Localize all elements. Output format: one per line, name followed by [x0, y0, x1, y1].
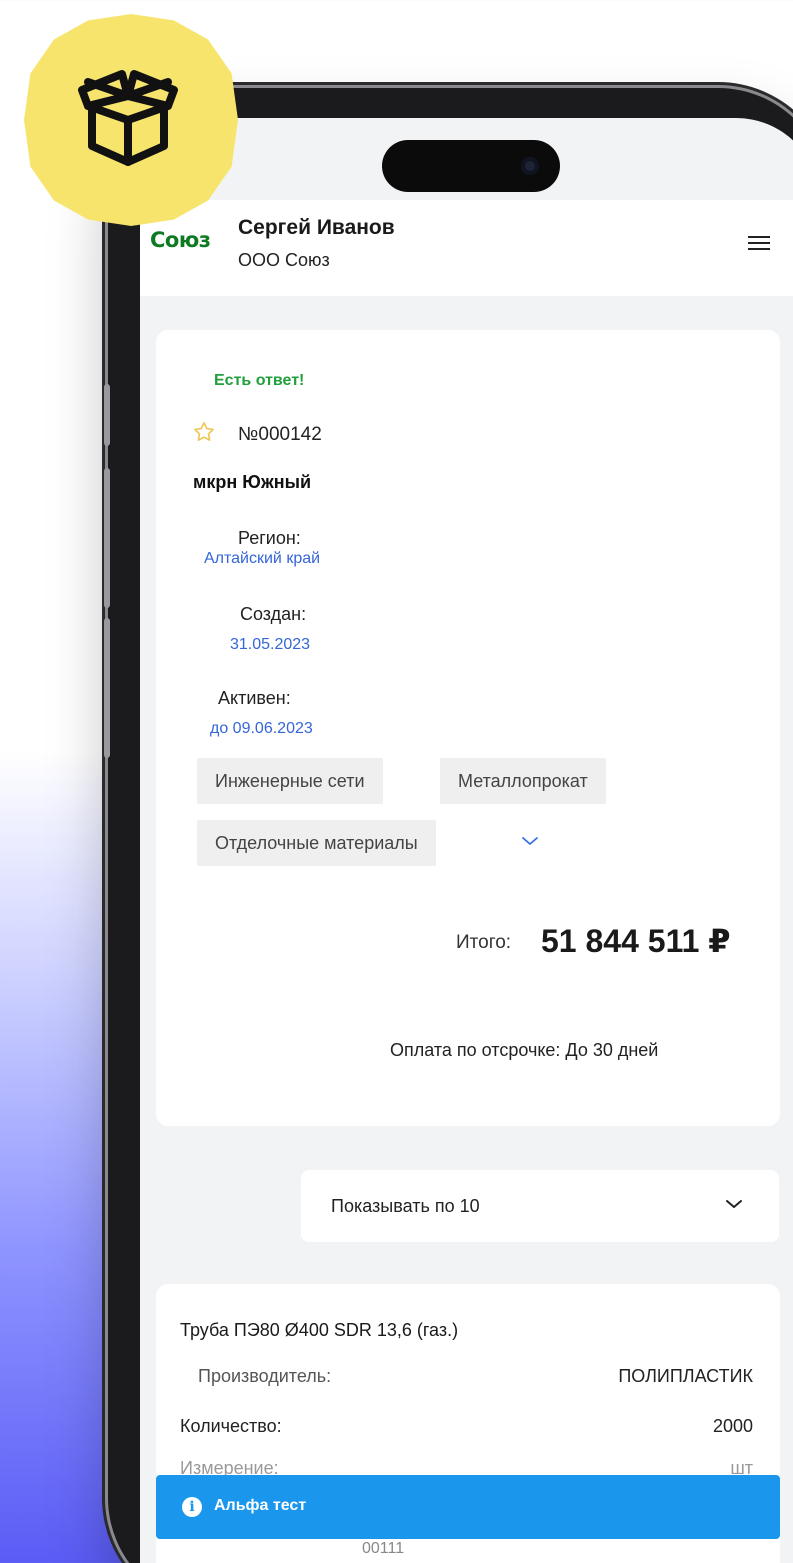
package-box-icon	[78, 70, 178, 166]
product-code: 00111	[362, 1540, 405, 1557]
star-outline-icon[interactable]	[192, 420, 216, 444]
page-size-select-value[interactable]: Показывать по 10	[331, 1196, 480, 1217]
company-name: ООО Союз	[238, 250, 330, 270]
chevron-down-icon[interactable]	[520, 834, 540, 848]
category-tag[interactable]: Металлопрокат	[440, 758, 606, 804]
product-title: Труба ПЭ80 Ø400 SDR 13,6 (газ.)	[180, 1320, 459, 1340]
manufacturer-value: ПОЛИПЛАСТИК	[618, 1366, 753, 1386]
payment-terms: Оплата по отсрочке: До 30 дней	[390, 1040, 659, 1060]
phone-side-button	[104, 618, 110, 758]
chevron-down-icon[interactable]	[724, 1197, 744, 1211]
company-logo[interactable]: Союз	[150, 228, 211, 252]
camera-icon	[521, 157, 539, 175]
app-header	[140, 200, 793, 296]
info-icon: i	[182, 1497, 202, 1517]
category-tag[interactable]: Инженерные сети	[197, 758, 383, 804]
quantity-label: Количество:	[180, 1416, 282, 1436]
created-label: Создан:	[240, 604, 307, 624]
order-number: №000142	[238, 424, 322, 445]
toast-text: Альфа тест	[214, 1497, 307, 1514]
manufacturer-label: Производитель:	[198, 1366, 332, 1386]
order-district: мкрн Южный	[193, 472, 312, 492]
category-tag[interactable]: Отделочные материалы	[197, 820, 436, 866]
created-value: 31.05.2023	[230, 636, 311, 653]
total-value: 51 844 511 ₽	[541, 923, 731, 959]
active-value: до 09.06.2023	[210, 720, 313, 737]
status-badge: Есть ответ!	[214, 372, 305, 389]
hamburger-menu-icon[interactable]	[748, 236, 770, 250]
region-value[interactable]: Алтайский край	[204, 550, 320, 568]
region-label: Регион:	[238, 528, 301, 548]
phone-side-button	[104, 384, 110, 446]
phone-side-button	[104, 468, 110, 608]
total-label: Итого:	[456, 932, 512, 953]
active-label: Активен:	[218, 688, 291, 708]
user-name: Сергей Иванов	[238, 216, 395, 239]
quantity-value: 2000	[712, 1416, 753, 1436]
